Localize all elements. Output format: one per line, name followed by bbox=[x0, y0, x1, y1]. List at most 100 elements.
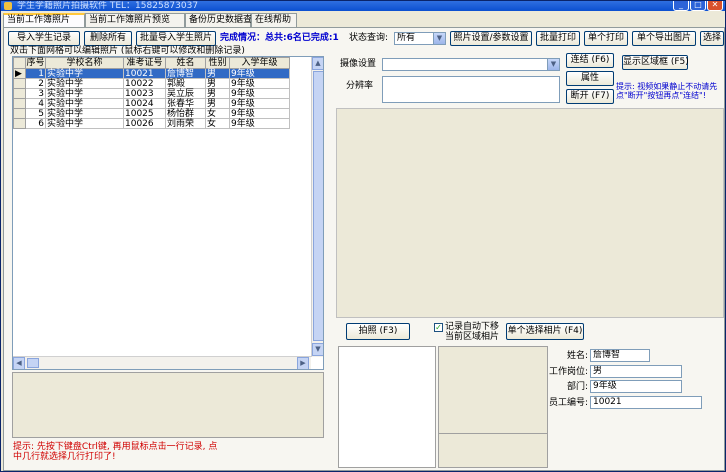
chevron-down-icon[interactable]: ▼ bbox=[547, 59, 559, 70]
column-header[interactable]: 学校名称 bbox=[45, 57, 124, 69]
table-row[interactable]: 2 实验中学 10022 郭殿 男 9年级 bbox=[13, 78, 290, 89]
scroll-thumb[interactable] bbox=[313, 71, 323, 341]
student-grid[interactable]: 序号 学校名称 准考证号 姓名 性别 入学年级 ▶ 1 实验中学 10021 詹 bbox=[12, 56, 324, 370]
table-cell[interactable]: 1 bbox=[25, 68, 46, 79]
table-cell[interactable]: 10024 bbox=[123, 98, 166, 109]
name-field[interactable]: 詹博智 bbox=[590, 349, 650, 362]
dept-label: 部门: bbox=[566, 382, 588, 392]
table-cell[interactable]: 9年级 bbox=[229, 118, 290, 129]
table-cell[interactable]: 10025 bbox=[123, 108, 166, 119]
table-row[interactable]: 6 实验中学 10026 刘雨荣 女 9年级 bbox=[13, 118, 290, 129]
table-cell[interactable]: 实验中学 bbox=[45, 108, 124, 119]
table-cell[interactable]: 9年级 bbox=[229, 68, 290, 79]
single-print-button[interactable]: 单个打印 bbox=[584, 31, 628, 46]
table-cell[interactable]: 实验中学 bbox=[45, 88, 124, 99]
show-area-button[interactable]: 显示区域框 (F5) bbox=[622, 55, 689, 70]
table-cell[interactable]: 6 bbox=[25, 118, 46, 129]
select-button[interactable]: 选择 bbox=[700, 31, 724, 46]
student-table: 序号 学校名称 准考证号 姓名 性别 入学年级 ▶ 1 实验中学 10021 詹 bbox=[13, 57, 290, 129]
table-cell[interactable]: 男 bbox=[205, 88, 230, 99]
table-row[interactable]: 4 实验中学 10024 张春华 男 9年级 bbox=[13, 98, 290, 109]
batch-print-button[interactable]: 批量打印 bbox=[536, 31, 580, 46]
tab-history-query[interactable]: 备份历史数据查询 bbox=[185, 13, 261, 27]
disconnect-button[interactable]: 断开 (F7) bbox=[566, 89, 614, 104]
grid-footer-panel bbox=[12, 372, 324, 438]
table-cell[interactable]: 男 bbox=[205, 68, 230, 79]
table-cell[interactable]: 9年级 bbox=[229, 88, 290, 99]
table-cell[interactable]: 詹博智 bbox=[165, 68, 206, 79]
single-export-button[interactable]: 单个导出图片 bbox=[632, 31, 696, 46]
table-cell[interactable]: 实验中学 bbox=[45, 98, 124, 109]
table-header-row: 序号 学校名称 准考证号 姓名 性别 入学年级 bbox=[13, 57, 290, 69]
scroll-left-icon[interactable]: ◀ bbox=[13, 357, 25, 369]
status-query-select[interactable]: 所有 ▼ bbox=[394, 32, 446, 45]
maximize-button[interactable]: □ bbox=[690, 1, 706, 11]
table-cell[interactable]: 男 bbox=[205, 98, 230, 109]
column-header[interactable]: 性别 bbox=[205, 57, 230, 69]
table-cell[interactable]: 10021 bbox=[123, 68, 166, 79]
table-cell[interactable]: 10023 bbox=[123, 88, 166, 99]
batch-import-photos-button[interactable]: 批量导入学生照片 bbox=[136, 31, 216, 46]
row-indicator bbox=[13, 118, 26, 129]
column-header[interactable]: 准考证号 bbox=[123, 57, 166, 69]
select-photo-button[interactable]: 单个选择相片 (F4) bbox=[506, 323, 584, 340]
resolution-field[interactable] bbox=[382, 76, 560, 103]
import-students-button[interactable]: 导入学生记录 bbox=[8, 31, 80, 46]
auto-next-label: 记录自动下移当前区域相片 bbox=[445, 322, 500, 342]
scroll-down-icon[interactable]: ▼ bbox=[312, 343, 323, 356]
connect-button[interactable]: 连结 (F6) bbox=[566, 53, 614, 68]
table-cell[interactable]: 10026 bbox=[123, 118, 166, 129]
camera-device-select[interactable]: ▼ bbox=[382, 58, 560, 71]
table-cell[interactable]: 实验中学 bbox=[45, 68, 124, 79]
employee-id-field[interactable]: 10021 bbox=[590, 396, 702, 409]
divider bbox=[438, 433, 548, 434]
photo-settings-button[interactable]: 照片设置/参数设置 bbox=[450, 31, 532, 46]
shoot-button[interactable]: 拍照 (F3) bbox=[346, 323, 410, 340]
row-indicator-header bbox=[13, 57, 26, 69]
table-cell[interactable]: 女 bbox=[205, 108, 230, 119]
column-header[interactable]: 姓名 bbox=[165, 57, 206, 69]
table-cell[interactable]: 刘雨荣 bbox=[165, 118, 206, 129]
grid-vertical-scrollbar[interactable]: ▲ ▼ bbox=[311, 57, 323, 357]
title-bar[interactable]: 学生学籍照片拍摄软件 TEL：15825873037 _ □ ✕ bbox=[1, 1, 725, 11]
table-cell[interactable]: 9年级 bbox=[229, 98, 290, 109]
tab-workbook-photos[interactable]: 当前工作簿照片 bbox=[3, 13, 85, 28]
table-row[interactable]: 3 实验中学 10023 吴立辰 男 9年级 bbox=[13, 88, 290, 99]
tab-workbook-preview[interactable]: 当前工作簿照片预览 bbox=[85, 13, 185, 27]
dept-field[interactable]: 9年级 bbox=[590, 380, 682, 393]
table-cell[interactable]: 9年级 bbox=[229, 78, 290, 89]
table-cell[interactable]: 男 bbox=[205, 78, 230, 89]
table-cell[interactable]: 女 bbox=[205, 118, 230, 129]
table-cell[interactable]: 郭殿 bbox=[165, 78, 206, 89]
table-cell[interactable]: 吴立辰 bbox=[165, 88, 206, 99]
area-photo-pane bbox=[438, 346, 548, 468]
chevron-down-icon[interactable]: ▼ bbox=[433, 33, 445, 44]
table-cell[interactable]: 张春华 bbox=[165, 98, 206, 109]
table-cell[interactable]: 9年级 bbox=[229, 108, 290, 119]
scroll-right-icon[interactable]: ▶ bbox=[297, 357, 309, 369]
properties-button[interactable]: 属性 bbox=[566, 71, 614, 86]
close-button[interactable]: ✕ bbox=[707, 1, 723, 11]
column-header[interactable]: 入学年级 bbox=[229, 57, 290, 69]
table-row[interactable]: 5 实验中学 10025 杨怡群 女 9年级 bbox=[13, 108, 290, 119]
auto-next-checkbox[interactable]: ✓ bbox=[434, 323, 443, 332]
grid-horizontal-scrollbar[interactable]: ◀ ▶ bbox=[13, 356, 311, 369]
table-cell[interactable]: 杨怡群 bbox=[165, 108, 206, 119]
post-field[interactable]: 男 bbox=[590, 365, 682, 378]
table-cell[interactable]: 实验中学 bbox=[45, 118, 124, 129]
table-cell[interactable]: 3 bbox=[25, 88, 46, 99]
table-cell[interactable]: 2 bbox=[25, 78, 46, 89]
hscroll-thumb[interactable] bbox=[27, 358, 39, 368]
tab-online-help[interactable]: 在线帮助 bbox=[251, 13, 297, 27]
table-cell[interactable]: 实验中学 bbox=[45, 78, 124, 89]
table-cell[interactable]: 10022 bbox=[123, 78, 166, 89]
table-cell[interactable]: 4 bbox=[25, 98, 46, 109]
delete-all-button[interactable]: 删除所有 bbox=[84, 31, 132, 46]
table-cell[interactable]: 5 bbox=[25, 108, 46, 119]
table-row[interactable]: ▶ 1 实验中学 10021 詹博智 男 9年级 bbox=[13, 68, 290, 79]
app-window: 学生学籍照片拍摄软件 TEL：15825873037 _ □ ✕ 当前工作簿照片… bbox=[0, 0, 726, 472]
column-header[interactable]: 序号 bbox=[25, 57, 46, 69]
minimize-button[interactable]: _ bbox=[673, 1, 689, 11]
row-indicator bbox=[13, 98, 26, 109]
scroll-up-icon[interactable]: ▲ bbox=[312, 57, 323, 70]
